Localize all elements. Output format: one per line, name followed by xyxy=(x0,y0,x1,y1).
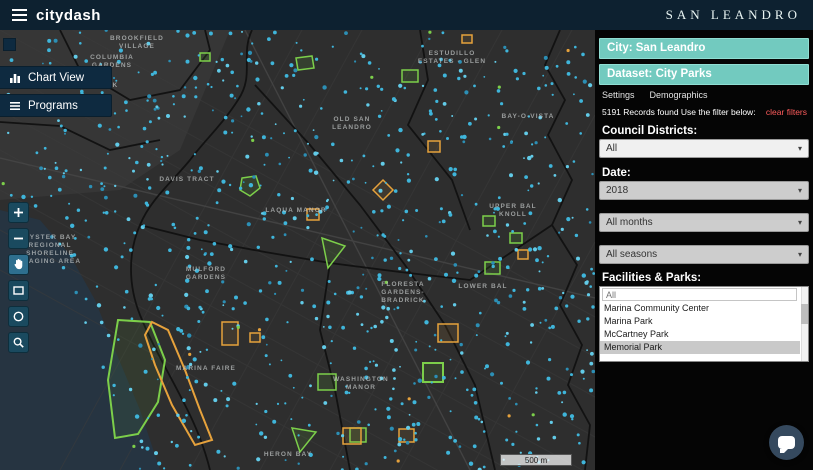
app-title: citydash xyxy=(36,7,101,24)
map-scale-control: 500 m xyxy=(500,454,572,466)
clear-filters-link[interactable]: clear filters xyxy=(766,107,807,117)
sidebar-tabs: Settings Demographics xyxy=(602,90,807,100)
dataset-banner: Dataset: City Parks xyxy=(599,64,809,85)
months-select[interactable]: All months ▾ xyxy=(599,213,809,232)
city-brand-title: SAN LEANDRO xyxy=(666,7,801,23)
facility-list-item[interactable]: Marina Park xyxy=(600,315,800,328)
records-row: 5191 Records found Use the filter below:… xyxy=(602,107,807,117)
minus-icon xyxy=(12,232,25,245)
zoom-in-button[interactable] xyxy=(8,202,29,223)
programs-button[interactable]: Programs xyxy=(0,94,112,117)
facility-list-item[interactable]: Memorial Park xyxy=(600,341,800,354)
seasons-value: All seasons xyxy=(606,249,657,260)
pan-hand-button[interactable] xyxy=(8,254,29,275)
chevron-down-icon: ▾ xyxy=(798,218,802,227)
council-districts-value: All xyxy=(606,143,617,154)
filter-sidebar: City: San Leandro Dataset: City Parks Se… xyxy=(595,30,813,470)
draw-rectangle-button[interactable] xyxy=(8,280,29,301)
collapsed-control[interactable] xyxy=(3,38,16,51)
tab-demographics[interactable]: Demographics xyxy=(650,90,708,100)
draw-circle-button[interactable] xyxy=(8,306,29,327)
top-header: citydash SAN LEANDRO xyxy=(0,0,813,30)
bar-chart-icon xyxy=(9,72,21,84)
facilities-scrollbar[interactable] xyxy=(801,287,808,361)
facility-list-item[interactable]: McCartney Park xyxy=(600,328,800,341)
magnifier-icon xyxy=(12,336,25,349)
facilities-parks-label: Facilities & Parks: xyxy=(602,272,806,284)
date-label: Date: xyxy=(602,167,806,179)
map-tool-palette xyxy=(8,202,29,353)
facilities-scrollbar-thumb[interactable] xyxy=(801,304,808,324)
records-count-text: 5191 Records found Use the filter below: xyxy=(602,107,756,117)
seasons-select[interactable]: All seasons ▾ xyxy=(599,245,809,264)
facilities-items: Marina Community CenterMarina ParkMcCart… xyxy=(600,302,808,354)
zoom-out-button[interactable] xyxy=(8,228,29,249)
chat-bubble-icon xyxy=(778,436,795,449)
programs-label: Programs xyxy=(28,100,78,112)
chat-widget-button[interactable] xyxy=(769,425,804,460)
list-icon xyxy=(9,100,21,112)
citydash-app: citydash SAN LEANDRO xyxy=(0,0,813,470)
hamburger-menu-icon[interactable] xyxy=(12,9,27,21)
tab-settings[interactable]: Settings xyxy=(602,90,635,100)
chevron-down-icon: ▾ xyxy=(798,144,802,153)
map-canvas[interactable]: BROOKFIELD VILLAGECOLUMBIA GARDENSSOBRAN… xyxy=(0,30,595,470)
plus-icon xyxy=(12,206,25,219)
facilities-listbox: Marina Community CenterMarina ParkMcCart… xyxy=(599,286,809,362)
rectangle-icon xyxy=(12,284,25,297)
months-value: All months xyxy=(606,217,653,228)
council-districts-label: Council Districts: xyxy=(602,125,806,137)
city-banner: City: San Leandro xyxy=(599,38,809,59)
year-select[interactable]: 2018 ▾ xyxy=(599,181,809,200)
hand-icon xyxy=(11,257,26,272)
year-value: 2018 xyxy=(606,185,628,196)
council-districts-select[interactable]: All ▾ xyxy=(599,139,809,158)
zoom-area-button[interactable] xyxy=(8,332,29,353)
facility-list-item[interactable]: Marina Community Center xyxy=(600,302,800,315)
facilities-filter-input[interactable] xyxy=(602,288,797,301)
chevron-down-icon: ▾ xyxy=(798,186,802,195)
circle-icon xyxy=(12,310,25,323)
chart-view-label: Chart View xyxy=(28,72,84,84)
chevron-down-icon: ▾ xyxy=(798,250,802,259)
chart-view-button[interactable]: Chart View xyxy=(0,66,112,89)
